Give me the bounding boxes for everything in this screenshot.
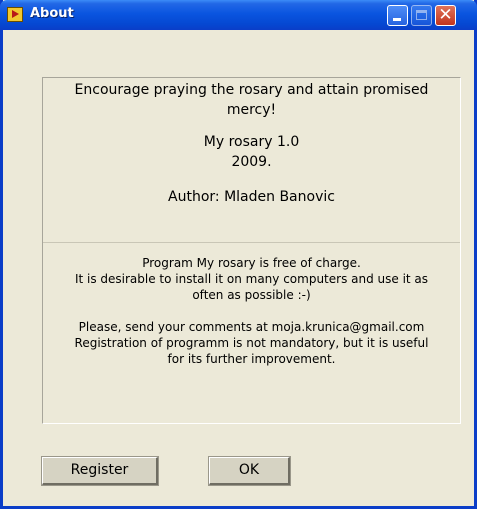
- about-panel: Encourage praying the rosary and attain …: [42, 77, 461, 424]
- minimize-button[interactable]: [387, 5, 408, 26]
- info-line-3: often as possible :-): [192, 288, 311, 302]
- about-header-section: Encourage praying the rosary and attain …: [43, 78, 460, 243]
- maximize-icon: [416, 10, 427, 20]
- maximize-button: [411, 5, 432, 26]
- info-line-6: for its further improvement.: [167, 352, 336, 366]
- app-icon: [7, 7, 23, 22]
- slogan-line-2: mercy!: [226, 102, 277, 118]
- register-button[interactable]: Register: [41, 456, 159, 486]
- info-line-1: Program My rosary is free of charge.: [142, 256, 361, 270]
- about-window: About ✕ Encourage praying the rosary and…: [0, 0, 477, 509]
- slogan-line-1: Encourage praying the rosary and attain …: [74, 82, 429, 98]
- info-line-4: Please, send your comments at moja.kruni…: [78, 320, 425, 334]
- ok-button[interactable]: OK: [208, 456, 291, 486]
- release-year: 2009.: [231, 154, 272, 170]
- title-bar[interactable]: About ✕: [0, 0, 477, 30]
- info-line-5: Registration of programm is not mandator…: [74, 336, 429, 350]
- author-label: Author: Mladen Banovic: [168, 189, 335, 205]
- window-title: About: [30, 6, 74, 21]
- close-icon: ✕: [438, 5, 453, 25]
- info-line-2: It is desirable to install it on many co…: [74, 272, 429, 286]
- close-button[interactable]: ✕: [435, 5, 456, 26]
- info-section: Program My rosary is free of charge. It …: [43, 244, 460, 423]
- app-name: My rosary 1.0: [203, 134, 300, 150]
- minimize-icon: [393, 18, 401, 21]
